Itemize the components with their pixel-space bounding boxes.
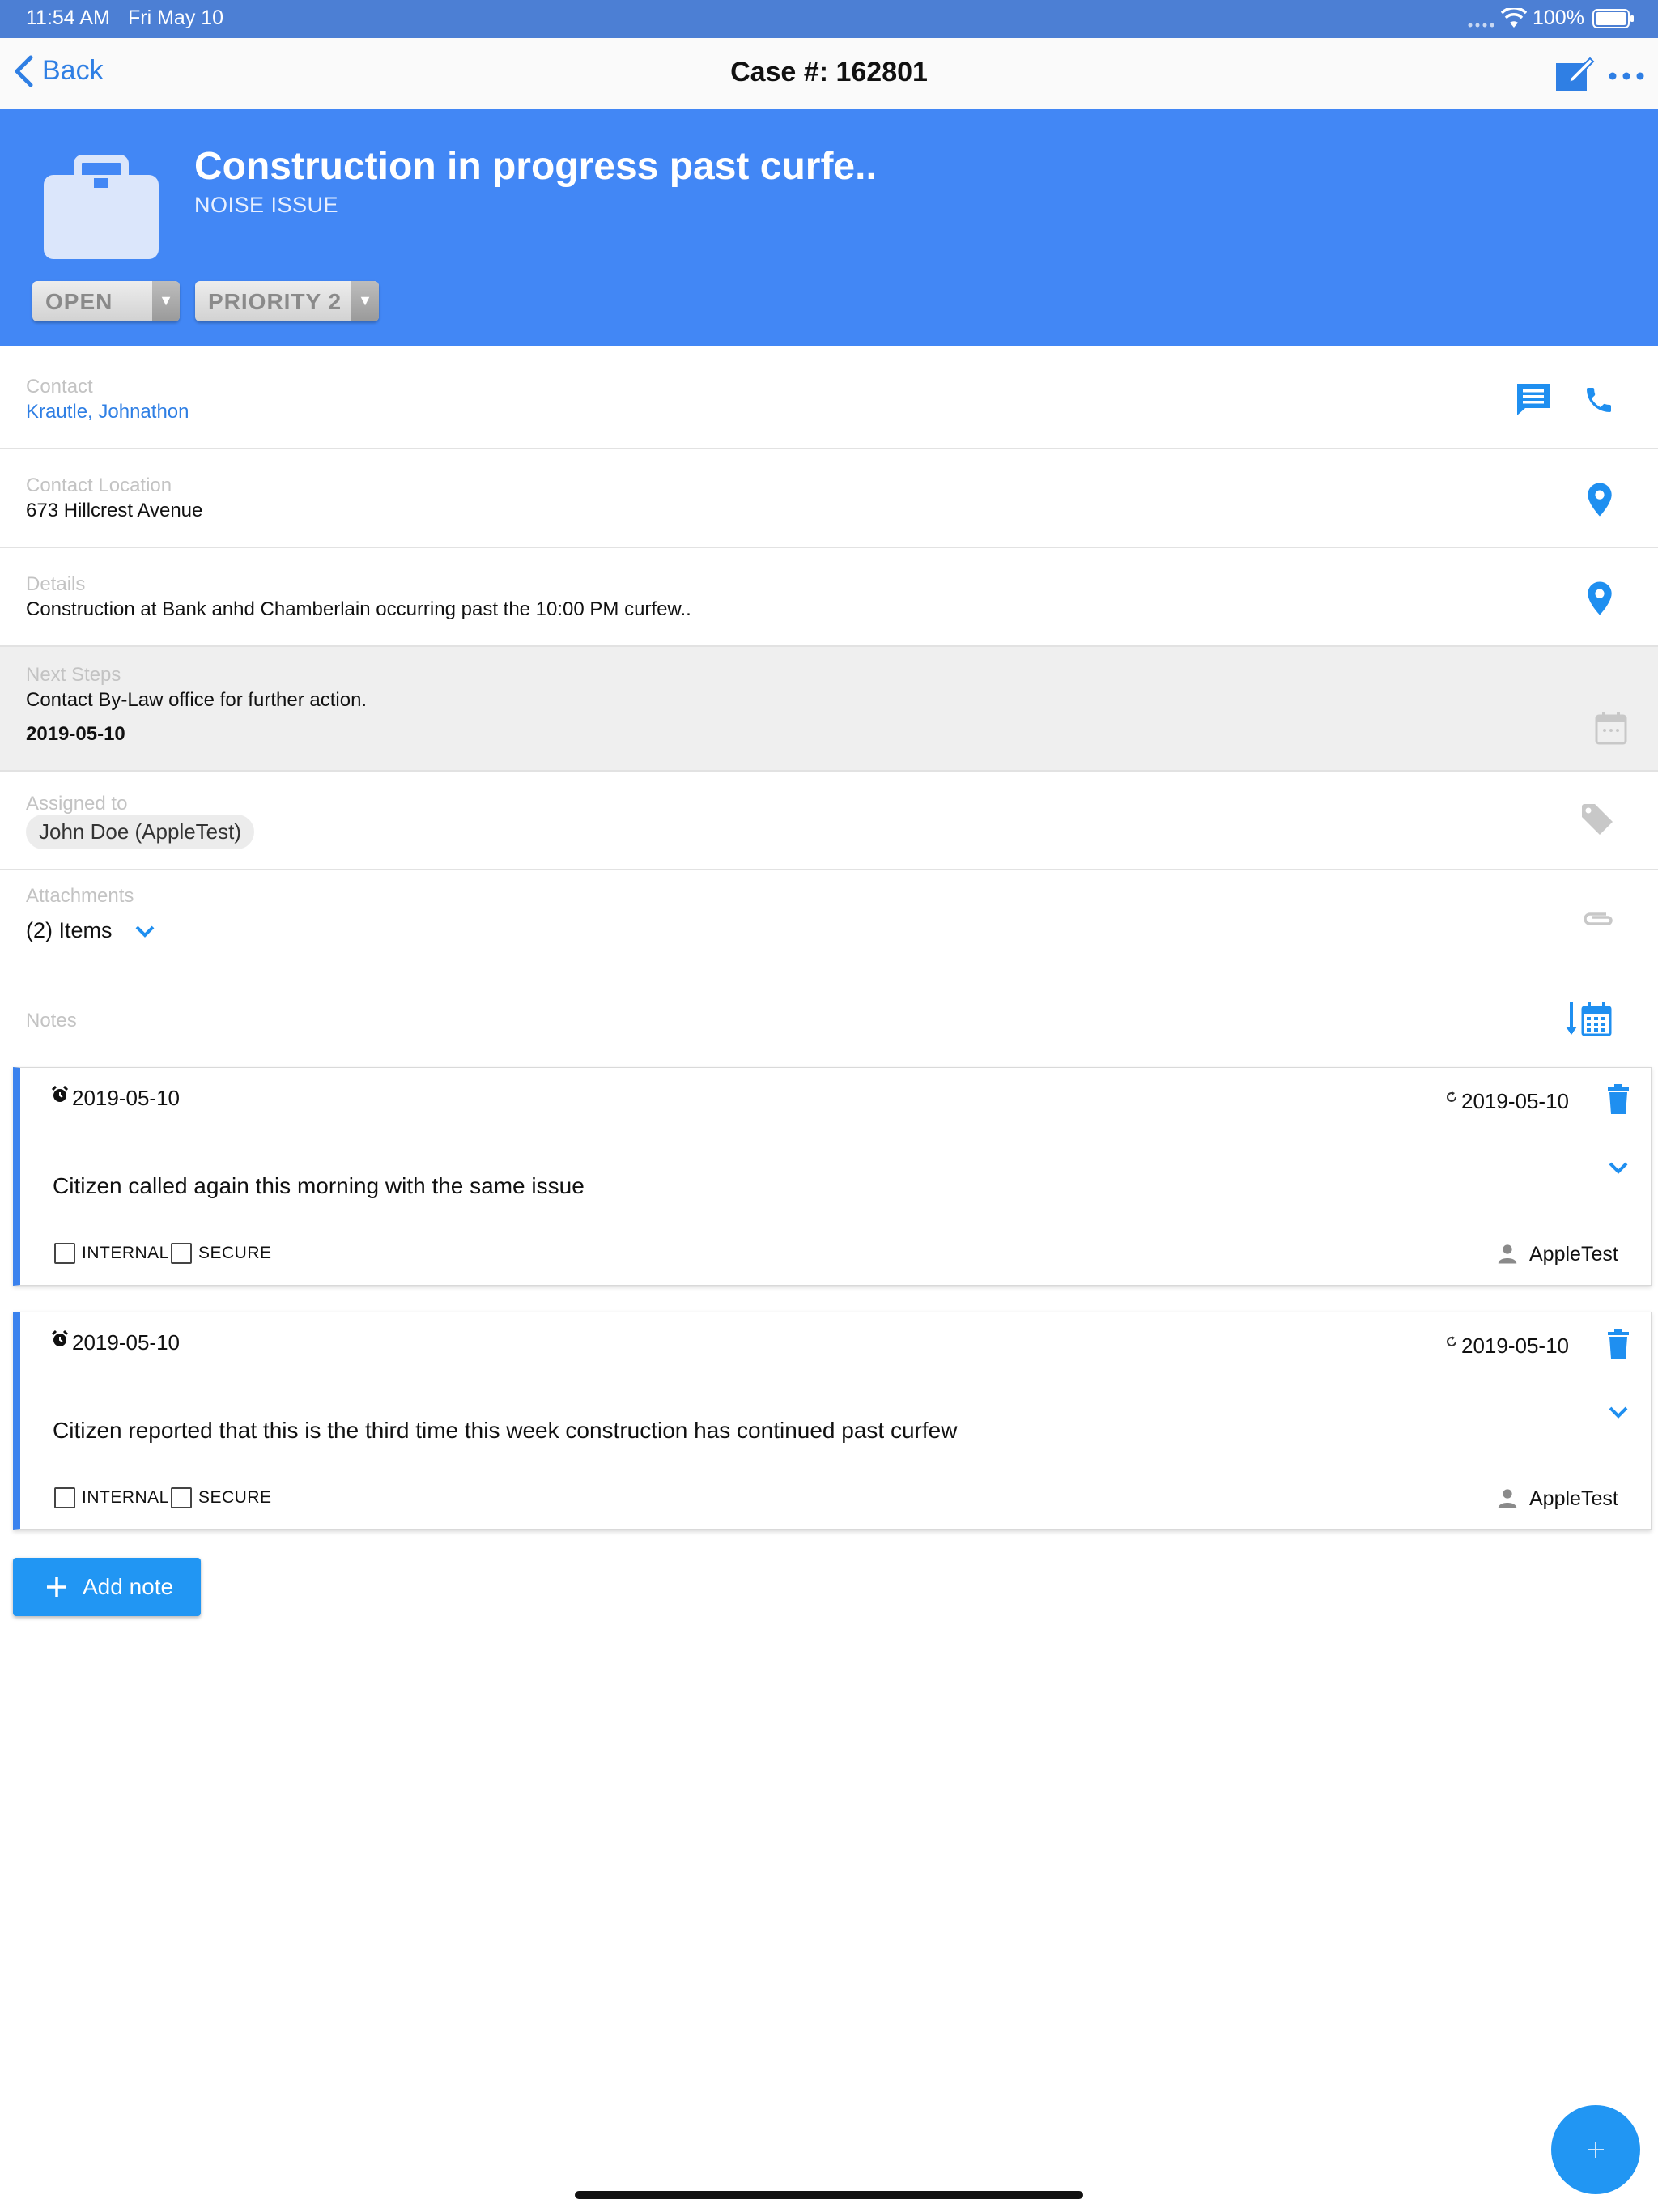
- note-created-date: 2019-05-10: [72, 1330, 180, 1355]
- alarm-clock-icon: [51, 1329, 69, 1352]
- internal-checkbox[interactable]: [54, 1243, 75, 1264]
- contact-label: Contact: [26, 376, 93, 398]
- assignee-chip[interactable]: John Doe (AppleTest): [26, 815, 255, 849]
- status-dropdown[interactable]: OPEN ▼: [32, 281, 180, 321]
- briefcase-icon: [44, 154, 159, 263]
- calendar-icon[interactable]: [1595, 711, 1627, 749]
- note-updated-date: 2019-05-10: [1461, 1089, 1569, 1113]
- chevron-down-icon[interactable]: [1608, 1406, 1629, 1423]
- chevron-down-icon[interactable]: [134, 925, 155, 942]
- note-updated-date: 2019-05-10: [1461, 1334, 1569, 1358]
- message-icon[interactable]: [1516, 382, 1551, 420]
- note-text: Citizen reported that this is the third …: [53, 1418, 958, 1443]
- note-created-date: 2019-05-10: [72, 1086, 180, 1110]
- trash-icon[interactable]: [1605, 1084, 1631, 1119]
- details-label: Details: [26, 573, 86, 595]
- internal-label: INTERNAL: [82, 1244, 169, 1262]
- plus-icon: [45, 1576, 68, 1602]
- priority-dropdown[interactable]: PRIORITY 2 ▼: [195, 281, 379, 321]
- alarm-clock-icon: [51, 1085, 69, 1108]
- wifi-icon: [1500, 6, 1528, 33]
- chevron-down-icon[interactable]: [1608, 1161, 1629, 1178]
- details-value: Construction at Bank anhd Chamberlain oc…: [26, 598, 691, 620]
- case-category: NOISE ISSUE: [194, 193, 339, 217]
- battery-percentage: 100%: [1533, 6, 1584, 29]
- internal-checkbox[interactable]: [54, 1487, 75, 1508]
- note-author: AppleTest: [1529, 1487, 1618, 1510]
- attachments-count[interactable]: (2) Items: [26, 918, 113, 943]
- next-steps-label: Next Steps: [26, 664, 121, 686]
- phone-icon[interactable]: [1583, 384, 1615, 420]
- attachments-label: Attachments: [26, 885, 134, 907]
- trash-icon[interactable]: [1605, 1329, 1631, 1363]
- battery-icon: [1592, 9, 1635, 32]
- cellular-icon: [1467, 18, 1496, 32]
- assigned-label: Assigned to: [26, 793, 128, 815]
- edit-icon[interactable]: [1554, 57, 1595, 96]
- map-pin-icon[interactable]: [1585, 581, 1614, 620]
- location-value: 673 Hillcrest Avenue: [26, 500, 203, 521]
- page-title: Case #: 162801: [730, 57, 928, 87]
- secure-label: SECURE: [198, 1488, 272, 1507]
- person-icon: [1495, 1241, 1520, 1270]
- contact-link[interactable]: Krautle, Johnathon: [26, 401, 189, 423]
- refresh-icon: [1445, 1335, 1458, 1352]
- details-row: [0, 548, 1658, 647]
- sort-by-date-icon[interactable]: [1565, 1001, 1612, 1042]
- internal-label: INTERNAL: [82, 1488, 169, 1507]
- location-row: [0, 449, 1658, 548]
- home-indicator: [575, 2191, 1083, 2199]
- person-icon: [1495, 1486, 1520, 1514]
- add-note-button[interactable]: Add note: [13, 1558, 201, 1616]
- contact-row: [0, 346, 1658, 449]
- note-card: 2019-05-10 2019-05-10 Citizen called aga…: [13, 1067, 1652, 1286]
- note-author: AppleTest: [1529, 1243, 1618, 1266]
- plus-icon: [1586, 2140, 1605, 2163]
- dropdown-arrow-icon: ▼: [152, 281, 180, 321]
- more-options-icon[interactable]: [1609, 70, 1644, 84]
- floating-add-button[interactable]: [1551, 2105, 1640, 2194]
- status-time: 11:54 AM: [26, 6, 110, 29]
- priority-value: PRIORITY 2: [208, 289, 342, 314]
- status-bar: [0, 0, 1658, 38]
- secure-checkbox[interactable]: [171, 1243, 192, 1264]
- case-title: Construction in progress past curfe..: [194, 145, 877, 188]
- next-steps-value: Contact By-Law office for further action…: [26, 689, 368, 711]
- tag-icon[interactable]: [1580, 802, 1614, 840]
- paperclip-icon[interactable]: [1582, 909, 1616, 933]
- secure-checkbox[interactable]: [171, 1487, 192, 1508]
- note-card: 2019-05-10 2019-05-10 Citizen reported t…: [13, 1312, 1652, 1530]
- notes-label: Notes: [26, 1010, 77, 1032]
- refresh-icon: [1445, 1091, 1458, 1108]
- add-note-label: Add note: [83, 1574, 174, 1599]
- dropdown-arrow-icon: ▼: [351, 281, 379, 321]
- map-pin-icon[interactable]: [1585, 482, 1614, 521]
- note-text: Citizen called again this morning with t…: [53, 1173, 585, 1198]
- status-value: OPEN: [45, 289, 113, 314]
- secure-label: SECURE: [198, 1244, 272, 1262]
- location-label: Contact Location: [26, 474, 172, 496]
- status-date: Fri May 10: [128, 6, 224, 29]
- next-steps-date: 2019-05-10: [26, 723, 125, 745]
